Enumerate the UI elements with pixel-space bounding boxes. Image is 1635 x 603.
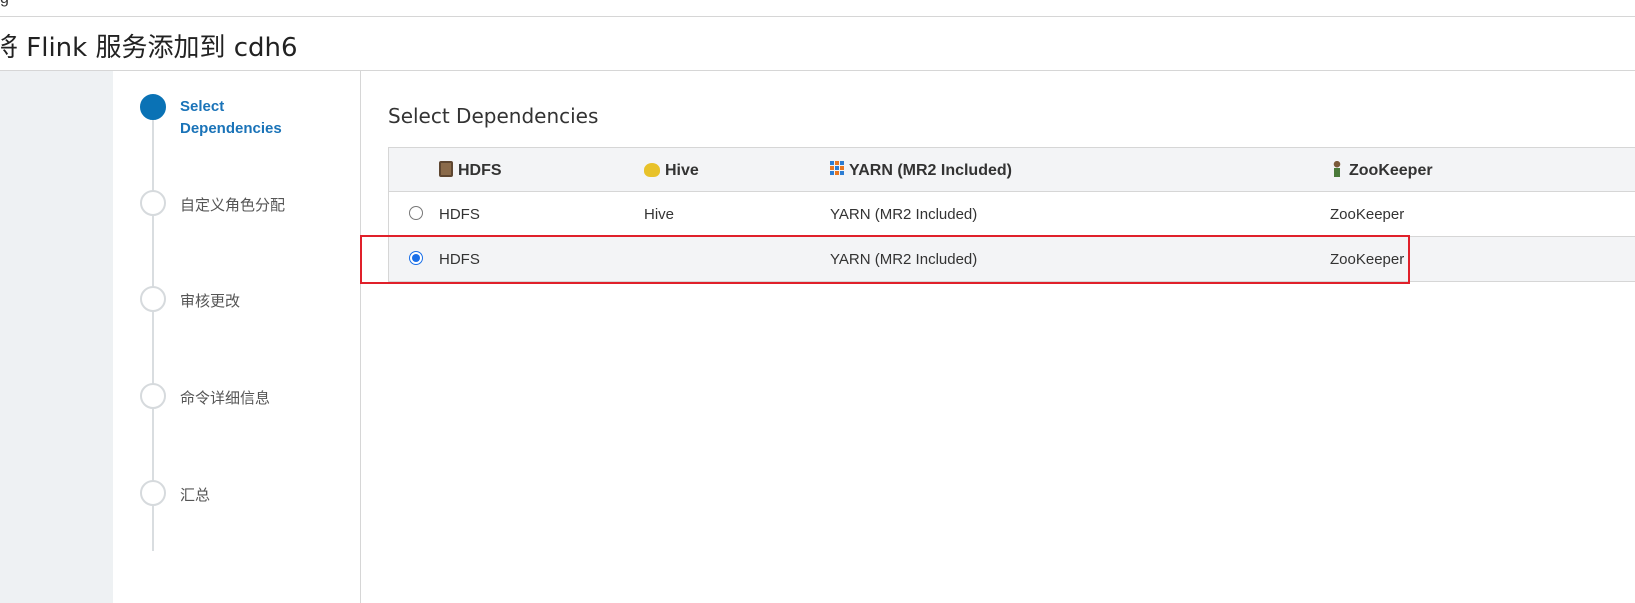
- cell-hive: Hive: [644, 206, 675, 223]
- cell-hdfs: HDFS: [439, 206, 480, 223]
- step-active-circle-icon: [140, 94, 166, 120]
- step-circle-icon: [140, 383, 166, 409]
- column-header-zookeeper: ZooKeeper: [1330, 148, 1433, 193]
- step-label: Select Dependencies: [180, 98, 282, 137]
- top-bar-text: g: [0, 0, 9, 8]
- table-header-row: HDFS Hive YARN (MR2 Included) ZooKeeper: [388, 147, 1635, 192]
- step-label: 审核更改: [180, 292, 241, 310]
- cell-yarn: YARN (MR2 Included): [830, 251, 978, 268]
- dependencies-table: HDFS Hive YARN (MR2 Included) ZooKeeper …: [388, 147, 1635, 282]
- column-header-yarn: YARN (MR2 Included): [830, 148, 1012, 193]
- step-circle-icon: [140, 480, 166, 506]
- step-circle-icon: [140, 286, 166, 312]
- table-row[interactable]: HDFS Hive YARN (MR2 Included) ZooKeeper: [388, 192, 1635, 237]
- step-circle-icon: [140, 190, 166, 216]
- section-title: Select Dependencies: [388, 104, 599, 128]
- step-label: 自定义角色分配: [180, 196, 286, 214]
- column-header-hdfs: HDFS: [439, 148, 502, 193]
- step-label: 汇总: [180, 486, 211, 504]
- step-label: 命令详细信息: [180, 389, 271, 407]
- main-content: Select Dependencies HDFS Hive YARN (MR2 …: [362, 71, 1635, 603]
- zookeeper-icon: [1330, 161, 1344, 177]
- dependency-radio-checked[interactable]: [409, 251, 423, 265]
- page-title: 将 Flink 服务添加到 cdh6: [0, 33, 298, 63]
- cell-hdfs: HDFS: [439, 251, 480, 268]
- left-gutter: [0, 71, 113, 603]
- page-header: 将 Flink 服务添加到 cdh6: [0, 17, 1635, 71]
- dependency-radio[interactable]: [409, 206, 423, 220]
- cell-yarn: YARN (MR2 Included): [830, 206, 978, 223]
- wizard-steps: Select Dependencies 自定义角色分配 审核更改 命令详细信息 …: [113, 71, 361, 603]
- cell-zookeeper: ZooKeeper: [1330, 251, 1405, 268]
- cell-zookeeper: ZooKeeper: [1330, 206, 1405, 223]
- hive-icon: [644, 163, 660, 177]
- yarn-icon: [830, 161, 844, 177]
- column-header-hive: Hive: [644, 148, 699, 193]
- top-bar: g: [0, 0, 1635, 17]
- table-row-selected[interactable]: HDFS YARN (MR2 Included) ZooKeeper: [388, 237, 1635, 282]
- hdfs-icon: [439, 161, 453, 177]
